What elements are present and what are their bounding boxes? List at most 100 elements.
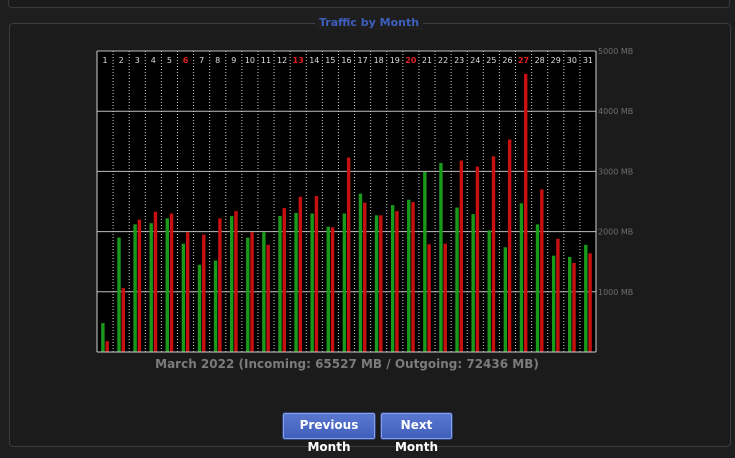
- bar-outgoing: [282, 208, 286, 352]
- x-tick-label: 18: [374, 56, 384, 65]
- bar-incoming: [551, 255, 556, 352]
- y-tick-label: 4000 MB: [598, 107, 633, 116]
- bar-outgoing: [363, 202, 367, 352]
- bar-outgoing: [411, 202, 415, 352]
- x-tick-label: 14: [309, 56, 319, 65]
- next-month-button[interactable]: Next Month: [381, 413, 452, 454]
- bar-outgoing: [524, 73, 528, 352]
- bar-outgoing: [153, 211, 158, 352]
- bar-outgoing: [121, 288, 125, 352]
- bar-outgoing: [169, 213, 174, 352]
- bar-incoming: [423, 172, 427, 352]
- bar-outgoing: [507, 139, 512, 352]
- x-tick-label: 19: [390, 56, 400, 65]
- x-tick-label: 24: [470, 56, 480, 65]
- bar-outgoing: [266, 244, 270, 352]
- bar-outgoing: [218, 218, 222, 352]
- x-tick-label: 16: [341, 56, 351, 65]
- bar-outgoing: [556, 238, 560, 352]
- bar-outgoing: [379, 215, 383, 352]
- x-tick-label: 7: [199, 56, 204, 65]
- x-tick-label: 20: [405, 56, 417, 65]
- y-tick-label: 1000 MB: [598, 288, 633, 297]
- x-tick-label: 6: [183, 56, 189, 65]
- x-tick-label: 17: [358, 56, 368, 65]
- x-tick-label: 15: [325, 56, 335, 65]
- month-summary: March 2022 (Incoming: 65527 MB / Outgoin…: [155, 357, 539, 371]
- bar-incoming: [262, 232, 266, 352]
- bar-incoming: [342, 213, 347, 352]
- bar-incoming: [181, 243, 186, 352]
- x-tick-label: 21: [422, 56, 432, 65]
- y-tick-label: 5000 MB: [598, 47, 633, 56]
- bar-outgoing: [185, 232, 190, 352]
- bar-outgoing: [250, 232, 254, 352]
- bar-outgoing: [395, 211, 399, 352]
- bar-incoming: [568, 256, 572, 352]
- bar-incoming: [374, 215, 379, 352]
- y-tick-label: 2000 MB: [598, 228, 633, 237]
- bar-incoming: [229, 215, 234, 352]
- x-tick-label: 28: [535, 56, 545, 65]
- bar-incoming: [294, 212, 298, 352]
- x-tick-label: 12: [277, 56, 287, 65]
- x-tick-label: 10: [245, 56, 255, 65]
- x-tick-label: 1: [103, 56, 108, 65]
- previous-month-button[interactable]: Previous Month: [283, 413, 375, 454]
- x-tick-label: 25: [486, 56, 496, 65]
- bar-outgoing: [298, 196, 303, 352]
- bar-incoming: [407, 199, 411, 352]
- bar-outgoing: [314, 196, 319, 352]
- bar-incoming: [310, 213, 314, 352]
- bar-incoming: [519, 203, 524, 352]
- bar-incoming: [439, 162, 443, 352]
- bar-outgoing: [202, 234, 206, 352]
- bar-incoming: [358, 193, 363, 352]
- bar-outgoing: [346, 157, 351, 352]
- x-tick-label: 13: [293, 56, 304, 65]
- x-tick-label: 22: [438, 56, 448, 65]
- bar-outgoing: [105, 341, 109, 352]
- bar-incoming: [101, 323, 105, 352]
- x-tick-label: 4: [151, 56, 156, 65]
- x-tick-label: 31: [583, 56, 593, 65]
- bar-outgoing: [475, 166, 480, 352]
- traffic-chart: 1000 MB2000 MB3000 MB4000 MB5000 MB1 2 3 4 5…: [96, 47, 633, 353]
- x-tick-label: 23: [454, 56, 464, 65]
- bar-incoming: [133, 224, 137, 352]
- bar-outgoing: [137, 219, 142, 352]
- bar-outgoing: [427, 244, 431, 352]
- x-tick-label: 27: [518, 56, 529, 65]
- bar-outgoing: [572, 262, 576, 352]
- bar-incoming: [455, 207, 459, 352]
- bar-incoming: [117, 237, 121, 352]
- bar-outgoing: [491, 156, 496, 352]
- bar-incoming: [503, 247, 508, 352]
- x-tick-label: 2: [119, 56, 124, 65]
- bar-incoming: [487, 230, 491, 352]
- x-tick-label: 26: [502, 56, 512, 65]
- bar-outgoing: [540, 189, 544, 352]
- bar-incoming: [535, 224, 540, 352]
- bar-incoming: [149, 223, 153, 352]
- bar-outgoing: [234, 211, 238, 352]
- x-tick-label: 30: [567, 56, 577, 65]
- bar-incoming: [326, 226, 330, 352]
- x-tick-label: 9: [231, 56, 236, 65]
- bar-incoming: [213, 260, 218, 352]
- x-tick-label: 29: [551, 56, 561, 65]
- bar-incoming: [165, 218, 169, 352]
- bar-outgoing: [459, 160, 464, 352]
- x-tick-label: 3: [135, 56, 140, 65]
- y-tick-label: 3000 MB: [598, 167, 633, 176]
- bar-outgoing: [588, 253, 592, 352]
- bar-incoming: [390, 205, 395, 352]
- x-tick-label: 11: [261, 56, 271, 65]
- bar-incoming: [246, 237, 250, 352]
- bar-incoming: [278, 215, 282, 352]
- bar-incoming: [471, 214, 475, 352]
- bar-incoming: [197, 264, 202, 352]
- bar-incoming: [584, 244, 588, 352]
- bar-outgoing: [443, 243, 447, 352]
- bar-outgoing: [330, 227, 335, 352]
